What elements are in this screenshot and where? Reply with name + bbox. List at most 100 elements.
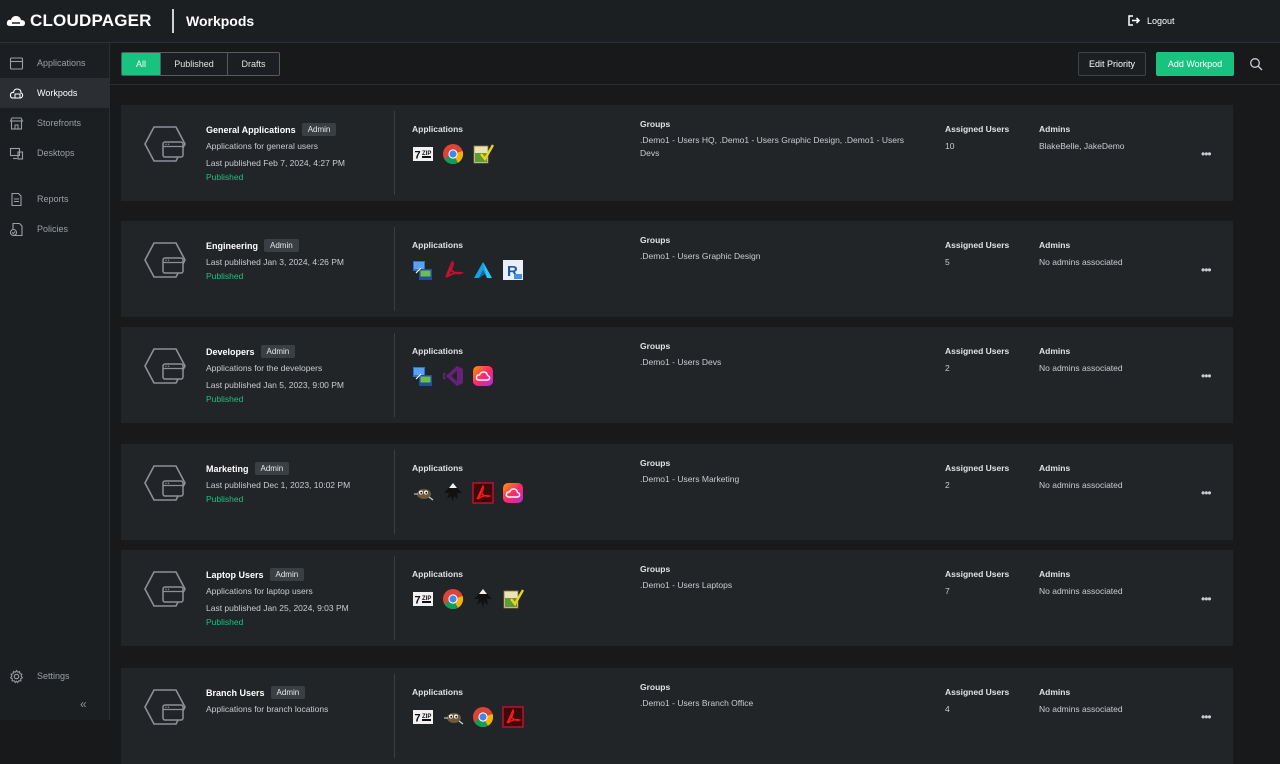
admins-header: Admins	[1039, 240, 1071, 250]
workpod-description: Applications for general users	[206, 141, 318, 151]
add-workpod-button[interactable]: Add Workpod	[1156, 52, 1234, 76]
gimp-icon[interactable]	[412, 482, 434, 504]
more-options-button[interactable]: •••	[1201, 148, 1212, 160]
sidebar-item-workpods[interactable]: Workpods	[0, 78, 109, 108]
admins-value: BlakeBelle, JakeDemo	[1039, 141, 1125, 151]
groups-header: Groups	[640, 119, 671, 129]
notepad-check-icon[interactable]	[472, 143, 494, 165]
more-options-button[interactable]: •••	[1201, 370, 1212, 382]
sidebar-item-applications[interactable]: Applications	[0, 48, 109, 78]
notepad-check-icon[interactable]	[502, 588, 524, 610]
workpod-name-row: General Applications Admin	[206, 123, 337, 136]
workpod-card[interactable]: Marketing Admin Last published Dec 1, 2023…	[121, 444, 1233, 540]
status-badge: Published	[206, 172, 244, 182]
sidebar-item-desktops[interactable]: Desktops	[0, 138, 109, 168]
admins-value: No admins associated	[1039, 257, 1123, 267]
last-published-value: Dec 1, 2023, 10:02 PM	[263, 480, 351, 490]
creative-cloud-icon[interactable]	[502, 482, 524, 504]
svg-text:7: 7	[415, 150, 421, 162]
chrome-icon[interactable]	[442, 143, 464, 165]
revit-icon[interactable]: R	[502, 259, 524, 281]
workpod-icon	[143, 570, 187, 613]
status-badge: Published	[206, 494, 244, 504]
svg-text:7: 7	[415, 713, 421, 725]
workpod-name[interactable]: General Applications	[206, 125, 296, 135]
sidebar-item-settings[interactable]: Settings	[0, 661, 109, 691]
logout-button[interactable]: Logout	[1128, 15, 1175, 26]
cloud-logo-icon	[6, 16, 26, 26]
app-icons: 7 ZIP	[412, 143, 494, 165]
workpod-icon	[143, 125, 187, 168]
filter-published-button[interactable]: Published	[161, 53, 228, 75]
last-published-label: Last published	[206, 603, 261, 613]
workpod-icon	[143, 347, 187, 390]
filter-drafts-button[interactable]: Drafts	[228, 53, 279, 75]
7zip-icon[interactable]: 7 ZIP	[412, 588, 434, 610]
workpod-name[interactable]: Developers	[206, 347, 255, 357]
workpod-name[interactable]: Marketing	[206, 464, 249, 474]
column-divider	[394, 111, 395, 195]
creative-cloud-icon[interactable]	[472, 365, 494, 387]
workpod-name[interactable]: Engineering	[206, 241, 258, 251]
autodesk-icon[interactable]	[472, 259, 494, 281]
admins-header: Admins	[1039, 124, 1071, 134]
more-options-button[interactable]: •••	[1201, 487, 1212, 499]
more-options-button[interactable]: •••	[1201, 264, 1212, 276]
applications-header: Applications	[412, 346, 464, 356]
workpod-card[interactable]: Laptop Users Admin Applications for laptop…	[121, 550, 1233, 646]
acrobat-icon[interactable]	[472, 482, 494, 504]
applications-header: Applications	[412, 569, 464, 579]
admin-badge: Admin	[270, 686, 306, 699]
acrobat-red-icon[interactable]	[442, 259, 464, 281]
sidebar-item-storefronts[interactable]: Storefronts	[0, 108, 109, 138]
gimp-icon[interactable]	[442, 706, 464, 728]
collapse-sidebar-button[interactable]: «	[80, 697, 87, 711]
app-icons: R	[412, 259, 524, 281]
groups-header: Groups	[640, 458, 671, 468]
admin-badge: Admin	[260, 345, 296, 358]
workpod-name-row: Developers Admin	[206, 345, 296, 358]
column-divider	[394, 556, 395, 640]
search-icon[interactable]	[1249, 57, 1263, 71]
policy-icon	[9, 222, 23, 236]
edit-priority-button[interactable]: Edit Priority	[1078, 52, 1146, 76]
workpod-icon	[143, 688, 187, 731]
sidebar-item-policies[interactable]: Policies	[0, 214, 109, 244]
chrome-icon[interactable]	[442, 588, 464, 610]
groups-header: Groups	[640, 564, 671, 574]
sidebar: Applications Workpods Storefronts Deskto…	[0, 43, 110, 720]
inkscape-icon[interactable]	[442, 482, 464, 504]
workpod-name[interactable]: Laptop Users	[206, 570, 264, 580]
remote-desktop-icon[interactable]	[412, 259, 434, 281]
remote-desktop-icon[interactable]	[412, 365, 434, 387]
chrome-icon[interactable]	[472, 706, 494, 728]
visual-studio-icon[interactable]	[442, 365, 464, 387]
workpod-name[interactable]: Branch Users	[206, 688, 265, 698]
workpod-card[interactable]: Branch Users Admin Applications for branch…	[121, 668, 1233, 764]
sidebar-item-reports[interactable]: Reports	[0, 184, 109, 214]
brand-name: CLOUDPAGER	[30, 11, 152, 30]
header-divider	[172, 9, 174, 33]
workpod-card[interactable]: Developers Admin Applications for the deve…	[121, 327, 1233, 423]
column-divider	[394, 450, 395, 534]
inkscape-icon[interactable]	[472, 588, 494, 610]
assigned-users-value: 5	[945, 257, 950, 267]
workpod-description: Applications for laptop users	[206, 586, 313, 596]
cloudpager-logo[interactable]: CLOUDPAGER	[6, 10, 152, 32]
groups-value: .Demo1 - Users Marketing	[640, 474, 740, 484]
assigned-users-header: Assigned Users	[945, 346, 1010, 356]
7zip-icon[interactable]: 7 ZIP	[412, 143, 434, 165]
last-published: Last published Dec 1, 2023, 10:02 PM	[206, 480, 350, 490]
filter-all-button[interactable]: All	[122, 53, 161, 75]
7zip-icon[interactable]: 7 ZIP	[412, 706, 434, 728]
admins-header: Admins	[1039, 346, 1071, 356]
more-options-button[interactable]: •••	[1201, 593, 1212, 605]
sidebar-item-label: Workpods	[37, 88, 78, 98]
last-published-label: Last published	[206, 480, 261, 490]
logout-label: Logout	[1147, 15, 1175, 26]
admins-value: No admins associated	[1039, 586, 1123, 596]
acrobat-icon[interactable]	[502, 706, 524, 728]
workpod-card[interactable]: General Applications Admin Applications fo…	[121, 105, 1233, 201]
admins-header: Admins	[1039, 569, 1071, 579]
workpod-card[interactable]: Engineering Admin Last published Jan 3, 20…	[121, 221, 1233, 317]
